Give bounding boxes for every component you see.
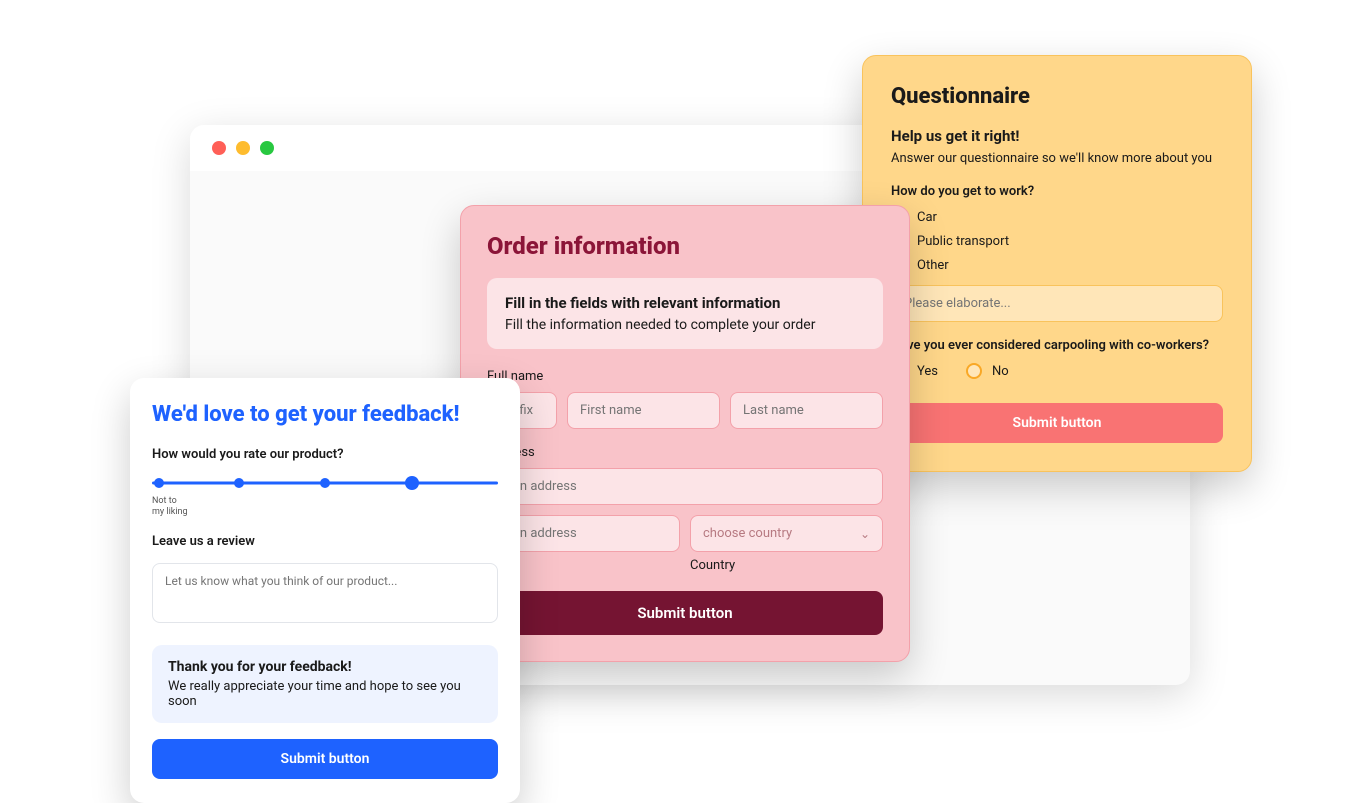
order-card: Order information Fill in the fields wit… (460, 205, 910, 662)
rate-label: How would you rate our product? (152, 447, 498, 462)
country-select[interactable]: choose country ⌄ (690, 515, 883, 552)
fullname-label: Full name (487, 369, 883, 384)
feedback-card: We'd love to get your feedback! How woul… (130, 378, 520, 803)
thankyou-box: Thank you for your feedback! We really a… (152, 645, 498, 723)
radio-label: Yes (917, 364, 938, 379)
country-select-value: choose country (703, 526, 792, 541)
country-sublabel: Country (690, 558, 883, 573)
address-line1-input[interactable] (487, 468, 883, 505)
window-minimize-icon[interactable] (236, 141, 250, 155)
order-title: Order information (487, 232, 883, 260)
radio-label: Public transport (917, 234, 1009, 249)
question-1-label: How do you get to work? (891, 184, 1223, 199)
slider-tick (234, 478, 244, 488)
radio-option-no[interactable]: No (966, 363, 1009, 379)
last-name-input[interactable] (730, 392, 883, 429)
questionnaire-title: Questionnaire (891, 84, 1223, 109)
chevron-down-icon: ⌄ (860, 527, 870, 541)
radio-icon (966, 363, 982, 379)
radio-option-car[interactable]: Car (891, 209, 1223, 225)
questionnaire-card: Questionnaire Help us get it right! Answ… (862, 55, 1252, 472)
rating-slider[interactable] (152, 476, 498, 490)
feedback-title: We'd love to get your feedback! (152, 402, 498, 427)
thankyou-sub: We really appreciate your time and hope … (168, 679, 482, 709)
slider-tick (320, 478, 330, 488)
address-label: Address (487, 445, 883, 460)
review-label: Leave us a review (152, 534, 498, 549)
radio-label: Car (917, 210, 937, 225)
questionnaire-subtitle: Help us get it right! (891, 127, 1223, 145)
slider-min-label: Not to my liking (152, 496, 498, 518)
slider-handle[interactable] (405, 476, 419, 490)
review-textarea[interactable] (152, 563, 498, 623)
window-maximize-icon[interactable] (260, 141, 274, 155)
order-info-box: Fill in the fields with relevant informa… (487, 278, 883, 349)
order-info-sub: Fill the information needed to complete … (505, 317, 865, 333)
questionnaire-submit-button[interactable]: Submit button (891, 403, 1223, 443)
feedback-submit-button[interactable]: Submit button (152, 739, 498, 779)
elaborate-input[interactable] (891, 285, 1223, 322)
order-info-heading: Fill in the fields with relevant informa… (505, 294, 865, 312)
first-name-input[interactable] (567, 392, 720, 429)
window-close-icon[interactable] (212, 141, 226, 155)
questionnaire-description: Answer our questionnaire so we'll know m… (891, 151, 1223, 166)
radio-label: No (992, 364, 1009, 379)
radio-label: Other (917, 258, 949, 273)
thankyou-heading: Thank you for your feedback! (168, 659, 482, 675)
radio-option-other[interactable]: Other (891, 257, 1223, 273)
question-2-label: Have you ever considered carpooling with… (891, 338, 1223, 353)
radio-option-public-transport[interactable]: Public transport (891, 233, 1223, 249)
order-submit-button[interactable]: Submit button (487, 591, 883, 635)
slider-tick (154, 478, 164, 488)
